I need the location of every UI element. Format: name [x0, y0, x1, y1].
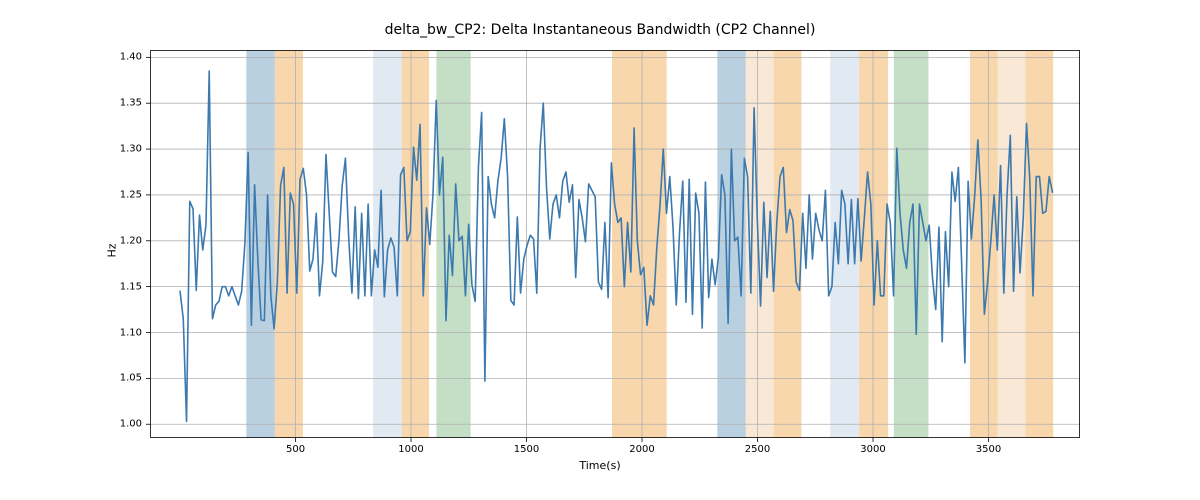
event-band: [1025, 50, 1053, 438]
event-band: [612, 50, 667, 438]
xtick-label: 3500: [976, 444, 1001, 455]
ytick-label: 1.25: [120, 189, 142, 200]
x-axis-label: Time(s): [0, 459, 1200, 472]
event-band: [373, 50, 402, 438]
event-band: [970, 50, 998, 438]
ytick-label: 1.30: [120, 144, 142, 155]
xtick-label: 3000: [860, 444, 885, 455]
ytick-label: 1.35: [120, 98, 142, 109]
ytick-label: 1.05: [120, 373, 142, 384]
ytick-label: 1.40: [120, 52, 142, 63]
event-band: [717, 50, 745, 438]
figure: delta_bw_CP2: Delta Instantaneous Bandwi…: [0, 0, 1200, 500]
xtick-label: 1000: [398, 444, 423, 455]
event-band: [859, 50, 888, 438]
event-band: [774, 50, 802, 438]
event-band: [894, 50, 929, 438]
ytick-label: 1.20: [120, 235, 142, 246]
xtick-label: 2000: [629, 444, 654, 455]
x-tick-labels: 500 1000 1500 2000 2500 3000 3500: [150, 438, 1080, 458]
ytick-label: 1.10: [120, 327, 142, 338]
xtick-label: 2500: [745, 444, 770, 455]
ytick-label: 1.15: [120, 281, 142, 292]
plot-svg: [150, 50, 1080, 438]
xtick-label: 500: [286, 444, 305, 455]
xtick-label: 1500: [514, 444, 539, 455]
plot-area: [150, 50, 1080, 438]
ytick-label: 1.00: [120, 419, 142, 430]
chart-title: delta_bw_CP2: Delta Instantaneous Bandwi…: [0, 22, 1200, 38]
y-tick-labels: 1.00 1.05 1.10 1.15 1.20 1.25 1.30 1.35 1.40: [0, 50, 150, 438]
